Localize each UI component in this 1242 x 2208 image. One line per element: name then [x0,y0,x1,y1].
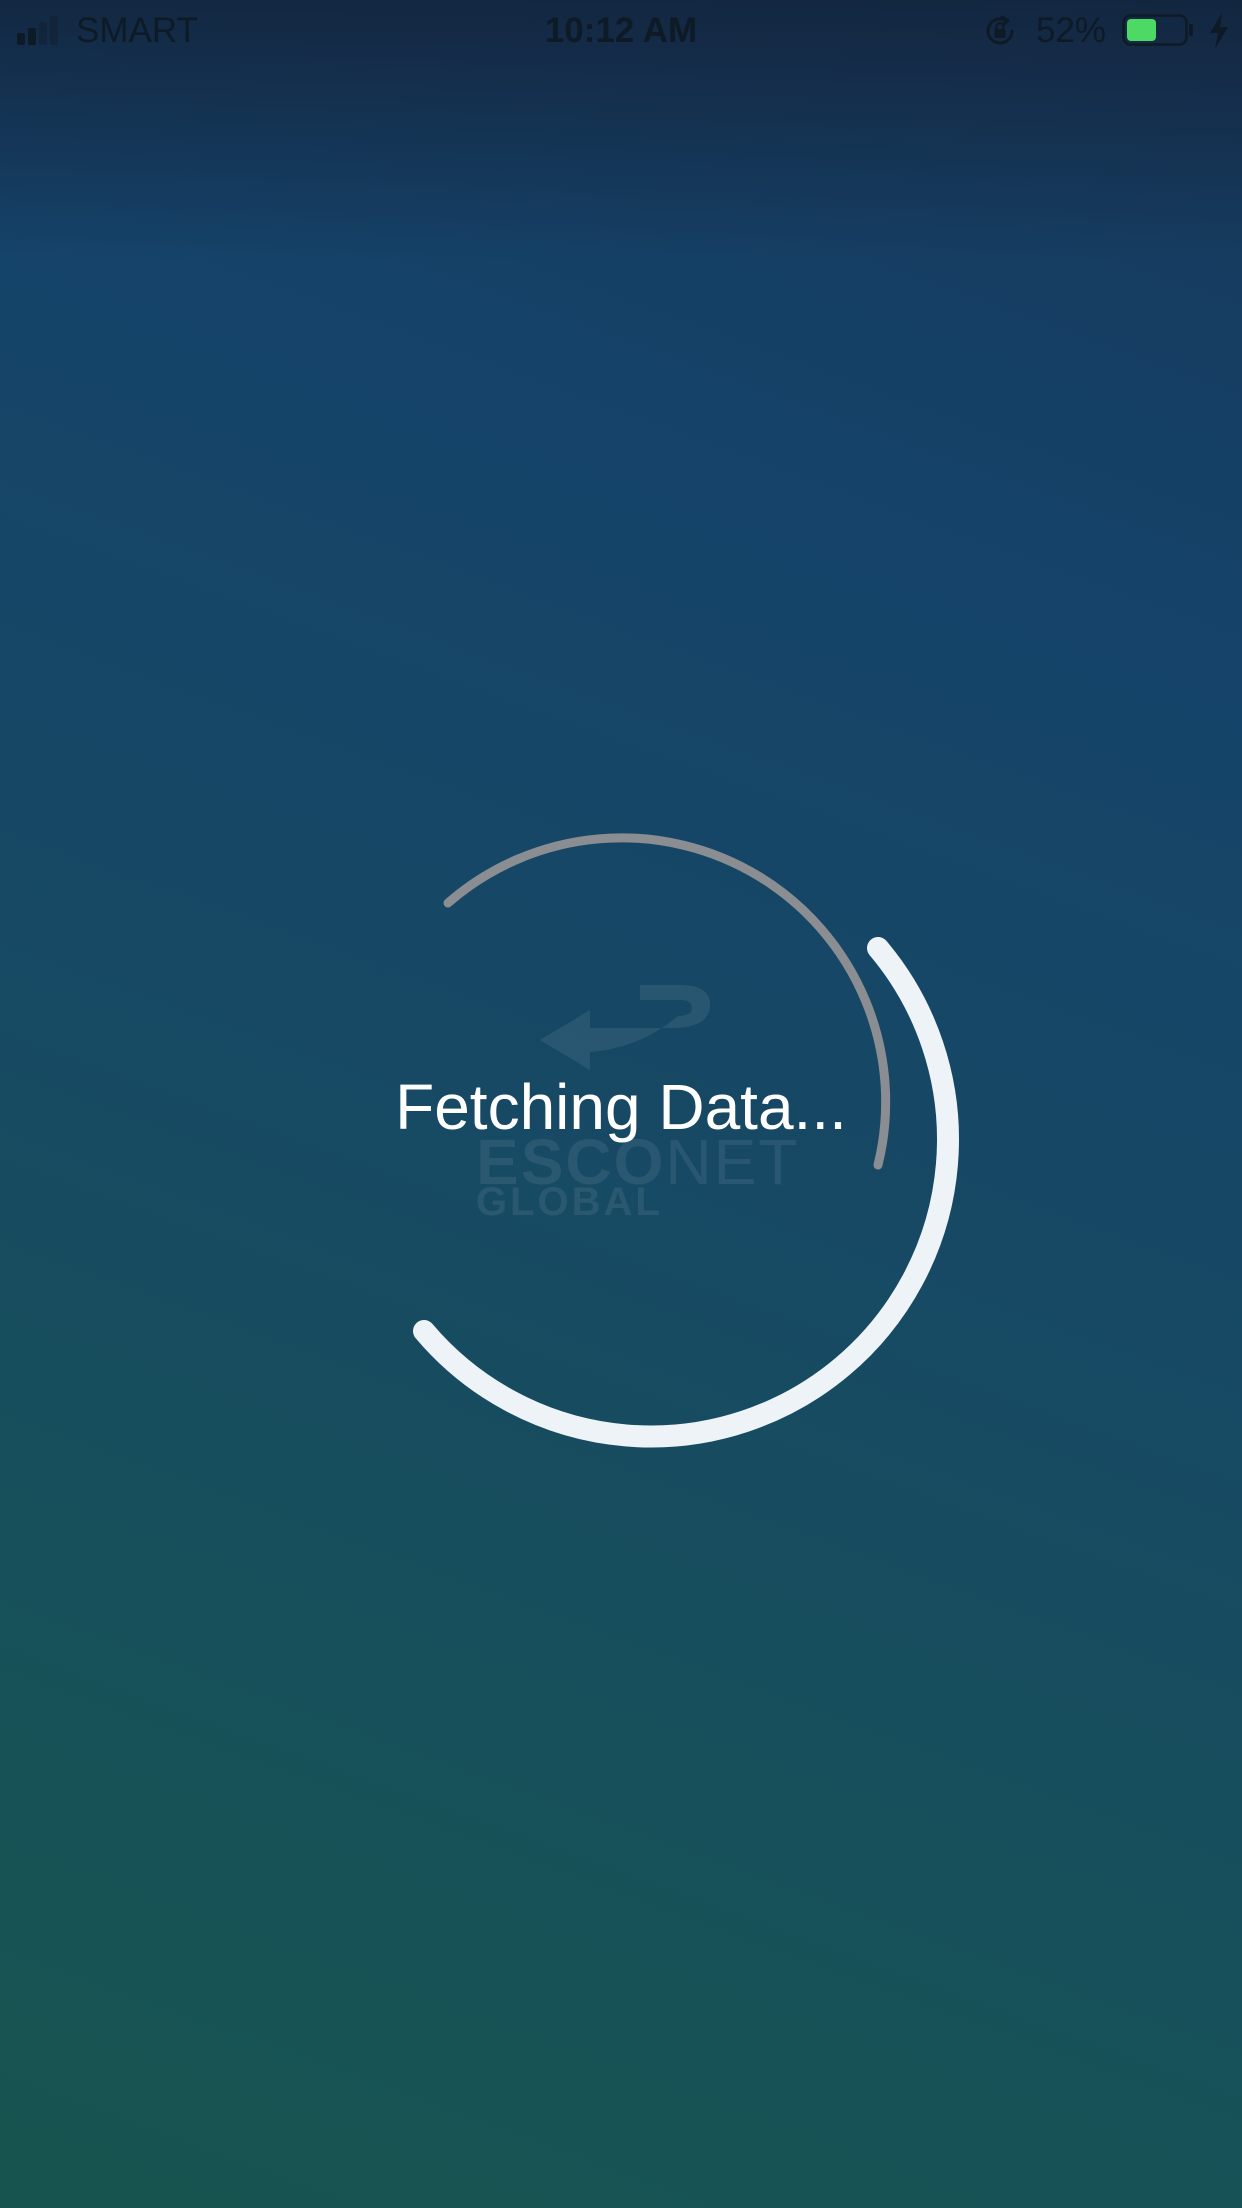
loading-message: Fetching Data... [395,1071,847,1143]
loading-screen: SMART 10:12 AM 52% ESCONET GLOBAL Fetchi… [0,0,1242,2208]
loading-indicator: ESCONET GLOBAL Fetching Data... [0,0,1242,2208]
